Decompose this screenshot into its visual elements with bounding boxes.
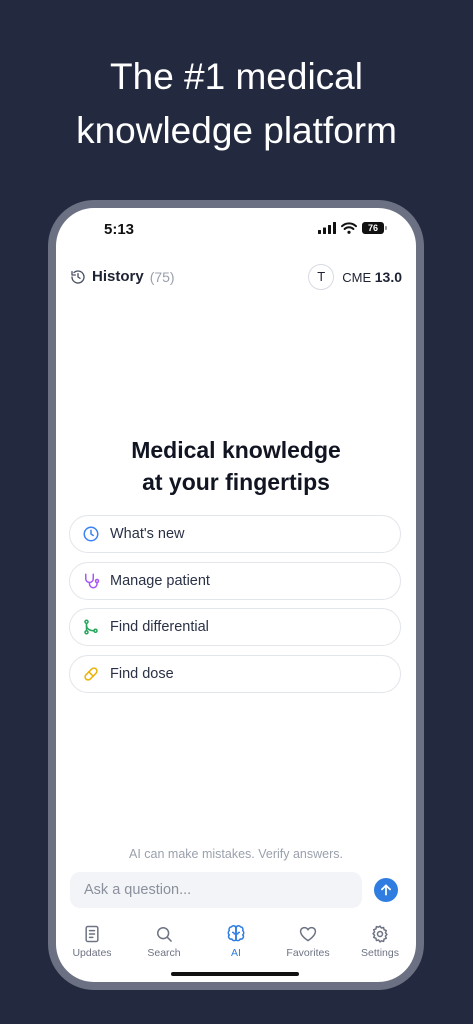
headline-line-2: knowledge platform (76, 110, 397, 151)
tab-bar: Updates Search AI Favorites Settings (56, 918, 416, 968)
heart-icon (299, 926, 317, 942)
tab-label: Settings (361, 947, 399, 959)
headline-line-1: The #1 medical (110, 56, 363, 97)
stethoscope-icon (82, 572, 100, 590)
history-count: (75) (149, 268, 175, 285)
branch-icon (82, 618, 100, 636)
cme-label: CME (342, 270, 372, 285)
suggestion-find-differential[interactable]: Find differential (69, 608, 401, 646)
send-button[interactable] (374, 878, 398, 902)
tab-settings[interactable]: Settings (344, 918, 416, 968)
hero-title-line-1: Medical knowledge (131, 437, 341, 463)
tab-label: Search (147, 947, 181, 959)
signal-icon (318, 222, 336, 234)
gear-icon (372, 925, 388, 943)
phone-frame: 5:13 76 History (75) T CME 13.0 Medical … (48, 200, 424, 990)
suggestion-manage-patient[interactable]: Manage patient (69, 561, 401, 600)
status-icons: 76 (318, 222, 387, 234)
tab-search[interactable]: Search (128, 918, 200, 968)
suggestion-label: Manage patient (110, 572, 210, 589)
status-time: 5:13 (104, 221, 135, 238)
search-icon (157, 927, 172, 942)
clock-icon (82, 525, 100, 543)
suggestion-whats-new[interactable]: What's new (69, 515, 401, 553)
suggestion-find-dose[interactable]: Find dose (69, 654, 401, 693)
tab-label: Favorites (286, 947, 330, 959)
tab-updates[interactable]: Updates (56, 918, 128, 968)
pill-icon (82, 665, 100, 683)
suggestion-label: Find dose (110, 665, 174, 682)
cme-area[interactable]: T CME 13.0 (308, 264, 402, 290)
suggestion-label: What's new (110, 526, 185, 542)
history-label: History (92, 268, 144, 285)
tab-label: AI (231, 947, 241, 959)
arrow-up-icon (381, 884, 391, 896)
status-bar: 5:13 76 (56, 208, 416, 248)
home-indicator (171, 972, 299, 976)
top-bar: History (75) T CME 13.0 (56, 264, 416, 296)
history-button[interactable]: History (75) (70, 268, 175, 285)
hero-title: Medical knowledge at your fingertips (56, 434, 416, 498)
ask-input[interactable] (70, 872, 362, 908)
suggestion-label: Find differential (110, 619, 209, 635)
battery-icon: 76 (362, 222, 387, 234)
wifi-icon (341, 222, 357, 234)
tab-label: Updates (72, 947, 112, 959)
cme-value: 13.0 (374, 269, 402, 285)
brain-icon (227, 925, 245, 942)
headline: The #1 medical knowledge platform (0, 50, 473, 158)
tab-favorites[interactable]: Favorites (272, 918, 344, 968)
ai-disclaimer: AI can make mistakes. Verify answers. (129, 847, 343, 861)
document-icon (85, 925, 99, 943)
tab-ai[interactable]: AI (200, 918, 272, 968)
history-icon (71, 269, 85, 284)
cme-badge[interactable]: CME 13.0 (342, 269, 402, 285)
avatar[interactable]: T (308, 264, 335, 290)
hero-title-line-2: at your fingertips (142, 469, 330, 495)
phone-screen: 5:13 76 History (75) T CME 13.0 Medical … (56, 208, 416, 982)
suggestion-list: What's new Manage patient Find different… (69, 515, 401, 701)
